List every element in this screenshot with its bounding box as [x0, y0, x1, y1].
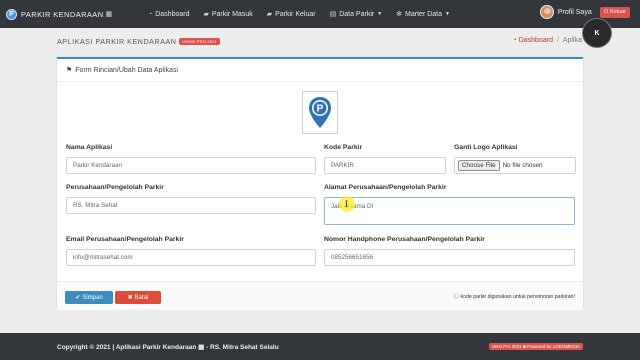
nav-parkir-masuk-label: Parkir Masuk — [211, 10, 253, 18]
page-title: APLIKASI PARKIR KENDARAAN VERSI PRO 2021 — [57, 37, 221, 46]
nav-marter-data[interactable]: ✻ Marter Data ▼ — [396, 10, 450, 19]
nav-parkir-masuk[interactable]: ▰ Parkir Masuk — [203, 10, 253, 19]
nav-dashboard[interactable]: ◔ Dashboard — [148, 11, 189, 18]
version-badge: VERSI PRO 2021 — [179, 38, 221, 45]
breadcrumb-dashboard-label: Dashboard — [518, 37, 553, 44]
parking-pin-icon: P — [309, 96, 331, 128]
card-header: ⚑ Form Rincian/Ubah Data Aplikasi — [57, 59, 583, 82]
page-header: APLIKASI PARKIR KENDARAAN VERSI PRO 2021… — [0, 28, 640, 54]
perusahaan-label: Perusahaan/Pengelolah Parkir — [66, 184, 164, 191]
info-icon: ⓘ — [453, 294, 459, 300]
car-icon: ▰ — [203, 11, 209, 18]
powered-by-badge: Versi Pro 2021 ■ Powered by LOKOMEDIA — [488, 343, 583, 350]
kode-parkir-label: Kode Parkir — [324, 144, 363, 151]
nav-data-parkir-label: Data Parkir — [339, 10, 375, 18]
breadcrumb-dashboard[interactable]: ◔ Dashboard — [513, 37, 553, 44]
avatar[interactable] — [539, 5, 554, 19]
ganti-logo-label: Ganti Logo Aplikasi — [454, 144, 518, 151]
breadcrumb-current: Aplika — [562, 37, 582, 44]
cogs-icon: ✻ — [396, 11, 403, 18]
cancel-label: Batal — [134, 294, 149, 301]
form-card: ⚑ Form Rincian/Ubah Data Aplikasi P Nama… — [57, 57, 583, 310]
gauge-icon: ◔ — [148, 10, 153, 18]
close-circle-icon: ✖ — [127, 295, 133, 301]
nav-right: Profil Saya ⏻ Keluar — [539, 5, 630, 19]
flag-icon: ⚑ — [66, 67, 73, 74]
breadcrumb: ◔ Dashboard / Aplika — [513, 37, 582, 44]
profile-link[interactable]: Profil Saya — [558, 9, 592, 16]
table-icon: ▤ — [329, 11, 337, 18]
logout-label: Keluar — [610, 9, 626, 15]
brand-name: PARKIR KENDARAAN — [21, 9, 104, 19]
nama-aplikasi-label: Nama Aplikasi — [66, 144, 113, 151]
email-label: Email Perusahaan/Pengelolah Parkir — [66, 236, 184, 243]
app-logo-preview: P — [302, 91, 338, 134]
file-status: No file chosen — [502, 162, 543, 169]
card-title: Form Rincian/Ubah Data Aplikasi — [75, 66, 178, 74]
caret-down-icon: ▼ — [377, 11, 383, 17]
logo-file-input[interactable]: Choose File No file chosen — [454, 157, 576, 174]
text-cursor-icon: I — [345, 199, 348, 209]
power-icon: ⏻ — [603, 8, 609, 15]
check-circle-icon: ✔ — [75, 295, 81, 301]
page-footer: Copyright © 2021 | Aplikasi Parkir Kenda… — [0, 333, 640, 360]
footnote-text: kode parkir digunakan untuk penomoran pa… — [460, 293, 576, 300]
car-exit-icon: ▰ — [266, 11, 273, 18]
cancel-button[interactable]: ✖ Batal — [115, 291, 161, 304]
save-label: Simpan — [82, 294, 103, 301]
alamat-label: Alamat Perusahaan/Pengelolah Parkir — [324, 184, 447, 191]
nav-dashboard-label: Dashboard — [155, 10, 190, 18]
save-button[interactable]: ✔ Simpan — [65, 291, 113, 304]
card-footer: ✔ Simpan ✖ Batal ⓘ kode parkir digunakan… — [57, 281, 583, 310]
footnote: ⓘ kode parkir digunakan untuk penomoran … — [453, 293, 576, 301]
channel-logo-mark: K — [594, 29, 600, 37]
nav-data-parkir[interactable]: ▤ Data Parkir ▼ — [329, 10, 383, 19]
brand[interactable]: P PARKIR KENDARAAN ▦ — [6, 8, 148, 20]
choose-file-button[interactable]: Choose File — [458, 160, 500, 171]
kode-parkir-input[interactable]: PARKIR — [324, 157, 446, 174]
page-title-text: APLIKASI PARKIR KENDARAAN — [57, 37, 177, 46]
logout-button[interactable]: ⏻ Keluar — [599, 6, 630, 18]
nomor-hp-input[interactable]: 085256651656 — [324, 249, 575, 266]
nav-marter-data-label: Marter Data — [405, 10, 443, 18]
logo-p-icon: P — [6, 8, 17, 20]
nav-parkir-keluar[interactable]: ▰ Parkir Keluar — [266, 10, 316, 19]
nav-parkir-keluar-label: Parkir Keluar — [275, 10, 316, 18]
caret-down-icon: ▼ — [445, 11, 450, 17]
nama-aplikasi-input[interactable]: Parkir Kendaraan — [66, 157, 316, 174]
perusahaan-input[interactable]: RS. Mitra Sehat — [66, 197, 316, 214]
email-input[interactable]: info@mitrasehat.com — [66, 249, 316, 266]
nomor-hp-label: Nomor Handphone Perusahaan/Pengelolah Pa… — [324, 236, 485, 243]
copyright-text: Copyright © 2021 | Aplikasi Parkir Kenda… — [57, 344, 279, 351]
breadcrumb-separator: / — [556, 37, 559, 44]
channel-logo: K — [582, 18, 612, 48]
grid-icon: ▦ — [105, 11, 113, 18]
alamat-textarea[interactable]: Jala ersama DI — [324, 197, 575, 225]
top-navbar: P PARKIR KENDARAAN ▦ ◔ Dashboard ▰ Parki… — [0, 0, 640, 28]
svg-text:P: P — [317, 103, 324, 114]
